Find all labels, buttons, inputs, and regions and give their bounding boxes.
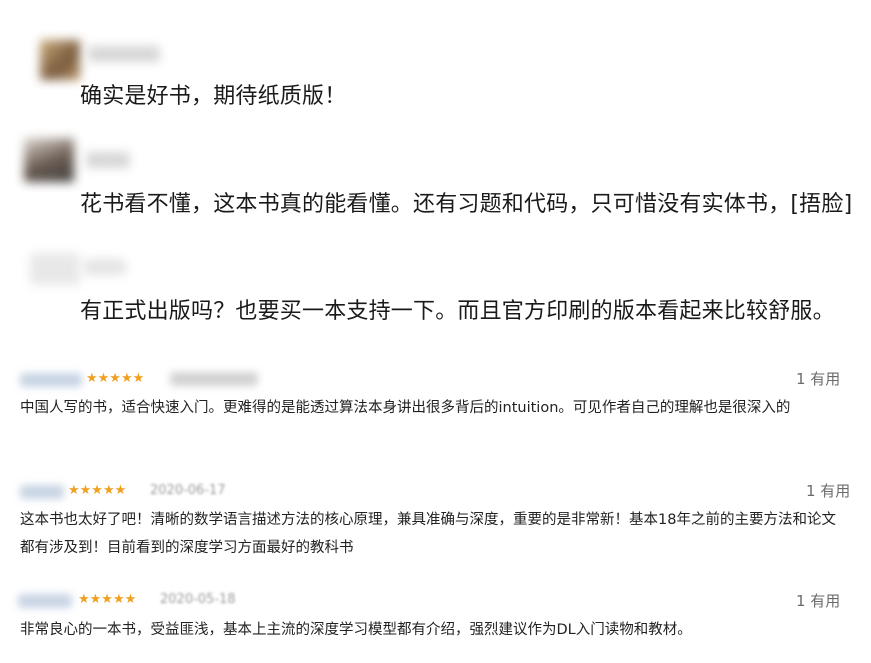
comment-text: 花书看不懂，这本书真的能看懂。还有习题和代码，只可惜没有实体书，[捂脸] (80, 192, 853, 217)
comment-text: 有正式出版吗？也要买一本支持一下。而且官方印刷的版本看起来比较舒服。 (80, 299, 835, 324)
review-date (170, 372, 258, 386)
avatar[interactable] (40, 40, 80, 80)
rating-stars: ★★★★★ (78, 592, 137, 607)
rating-stars: ★★★★★ (86, 371, 145, 386)
helpful-button[interactable]: 1 有用 (796, 370, 840, 388)
comment-item: 花书看不懂，这本书真的能看懂。还有习题和代码，只可惜没有实体书，[捂脸] (0, 130, 871, 230)
username[interactable] (86, 152, 130, 168)
avatar[interactable] (30, 253, 80, 285)
username[interactable] (88, 46, 160, 62)
helpful-button[interactable]: 1 有用 (796, 592, 840, 610)
review-text: 中国人写的书，适合快速入门。更难得的是能透过算法本身讲出很多背后的intuiti… (20, 400, 791, 416)
review-text: 非常良心的一本书，受益匪浅，基本上主流的深度学习模型都有介绍，强烈建议作为DL入… (20, 622, 692, 638)
review-date: 2020-05-18 (160, 592, 236, 607)
username[interactable] (84, 259, 126, 275)
helpful-button[interactable]: 1 有用 (806, 482, 850, 500)
review-item: ★★★★★ 1 有用 中国人写的书，适合快速入门。更难得的是能透过算法本身讲出很… (0, 368, 871, 458)
comment-item: 确实是好书，期待纸质版！ (0, 30, 871, 120)
reviewer-name[interactable] (20, 485, 64, 499)
rating-stars: ★★★★★ (68, 483, 127, 498)
review-text: 这本书也太好了吧！清晰的数学语言描述方法的核心原理，兼具准确与深度，重要的是非常… (20, 512, 836, 556)
reviewer-name[interactable] (20, 373, 82, 387)
reviewer-name[interactable] (18, 594, 72, 608)
avatar[interactable] (24, 138, 74, 182)
comment-item: 有正式出版吗？也要买一本支持一下。而且官方印刷的版本看起来比较舒服。 (0, 245, 871, 345)
review-date: 2020-06-17 (150, 483, 226, 498)
review-item: ★★★★★ 2020-06-17 1 有用 这本书也太好了吧！清晰的数学语言描述… (0, 482, 871, 572)
comment-text: 确实是好书，期待纸质版！ (80, 84, 347, 109)
review-item: ★★★★★ 2020-05-18 1 有用 非常良心的一本书，受益匪浅，基本上主… (0, 590, 871, 660)
